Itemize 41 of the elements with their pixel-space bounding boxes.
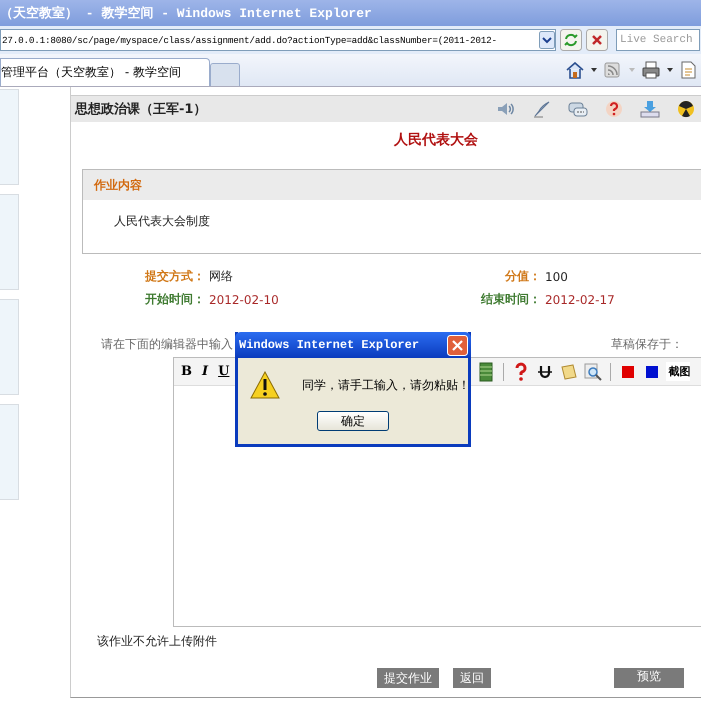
warning-icon xyxy=(250,371,280,399)
print-icon[interactable] xyxy=(641,60,675,80)
field-value: 100 xyxy=(544,270,569,284)
help-icon[interactable] xyxy=(603,99,625,119)
editor-prompt: 请在下面的编辑器中输入 xyxy=(101,336,233,353)
action-button[interactable]: 返回 xyxy=(453,668,491,688)
search-field[interactable]: Live Search xyxy=(616,29,700,51)
close-icon[interactable] xyxy=(447,334,468,356)
dialog-title: Windows Internet Explorer xyxy=(239,338,420,352)
refresh-icon[interactable] xyxy=(560,29,582,51)
format-button[interactable]: B xyxy=(178,364,195,379)
page-icon[interactable] xyxy=(679,60,697,80)
field-value: 网络 xyxy=(208,268,234,285)
browser-tab[interactable]: 管理平台（天空教室） - 教学空间 xyxy=(0,58,210,86)
field-label: 开始时间： xyxy=(144,291,205,308)
attachment-note: 该作业不允许上传附件 xyxy=(96,633,218,650)
field-value: 2012-02-10 xyxy=(208,292,280,306)
course-title: 思想政治课（王军-1） xyxy=(75,101,206,118)
preview-button[interactable]: 预览 xyxy=(614,668,684,688)
dialog-message: 同学，请手工输入，请勿粘贴！ xyxy=(302,376,470,394)
ok-button[interactable]: 确定 xyxy=(317,411,389,431)
assignment-title: 人民代表大会 xyxy=(392,131,479,150)
screenshot-button[interactable]: 截图 xyxy=(666,362,690,381)
draft-label: 草稿保存于： xyxy=(611,336,683,353)
dropdown-icon[interactable] xyxy=(539,31,555,49)
section-heading: 作业内容 xyxy=(94,176,142,194)
home-icon[interactable] xyxy=(565,60,599,80)
radiation-icon[interactable] xyxy=(675,99,697,119)
field-label: 结束时间： xyxy=(480,291,541,308)
download-tray-icon[interactable] xyxy=(639,99,661,119)
assignment-content: 人民代表大会制度 xyxy=(113,213,211,230)
action-button[interactable]: 提交作业 xyxy=(377,668,439,688)
address-field[interactable]: 27.0.0.1:8080/sc/page/myspace/class/assignment/add.do?actionType=add&classNumber=(2011-2012- xyxy=(0,29,556,51)
format-button[interactable]: U xyxy=(215,364,232,379)
window-title: （天空教室） - 教学空间 - Windows Internet Explorer xyxy=(0,4,372,22)
field-label: 提交方式： xyxy=(144,268,205,285)
format-button[interactable]: I xyxy=(199,364,212,379)
magnifier-icon[interactable] xyxy=(583,360,604,382)
stop-icon[interactable] xyxy=(586,29,608,51)
field-value: 2012-02-17 xyxy=(544,292,616,306)
field-label: 分值： xyxy=(504,268,541,285)
